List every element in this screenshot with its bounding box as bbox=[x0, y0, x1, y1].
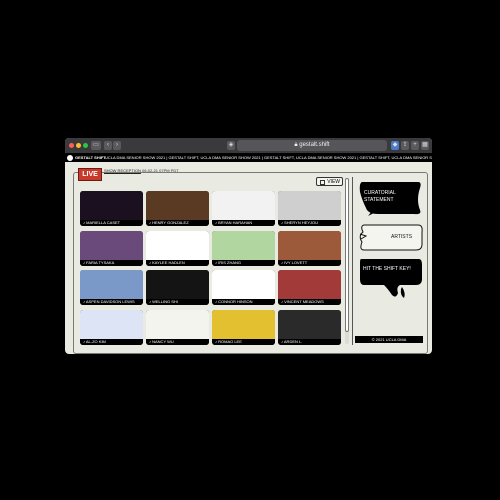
browser-toolbar: ▭ ‹ › ◈ 🔒︎ gestalt.shift ◆ ⇪ + ▦ bbox=[65, 138, 432, 153]
artist-name: ♪ WELLING SHI bbox=[146, 299, 209, 305]
ticker-text: UCLA DMA SENIOR SHOW 2021 | GESTALT SHIF… bbox=[105, 155, 432, 160]
shield-icon[interactable]: ◈ bbox=[227, 141, 235, 150]
scrollbar[interactable] bbox=[345, 178, 349, 344]
live-badge[interactable]: LIVE bbox=[78, 168, 102, 181]
artist-thumbnail bbox=[146, 231, 209, 260]
artist-card[interactable]: ♪ ROMAO LEE bbox=[212, 310, 275, 345]
view-toggle-button[interactable]: VIEW bbox=[316, 177, 343, 186]
artist-thumbnail bbox=[146, 270, 209, 299]
artist-thumbnail bbox=[146, 310, 209, 339]
site-logo[interactable]: GESTALT SHIFT bbox=[67, 153, 110, 162]
url-text: gestalt.shift bbox=[299, 142, 330, 148]
close-window-button[interactable] bbox=[69, 143, 74, 148]
curatorial-statement-link[interactable]: CURATORIAL STATEMENT bbox=[364, 190, 426, 204]
artist-name: ♪ BRYAN HARAHAN bbox=[212, 220, 275, 226]
artist-card[interactable]: ♪ HENRY GONZALEZ bbox=[146, 191, 209, 226]
shift-key-link[interactable]: HIT THE SHIFT KEY! bbox=[363, 266, 411, 273]
artist-name: ♪ KAYLEE HADLEN bbox=[146, 260, 209, 266]
artist-card[interactable]: ♪ VINCENT MEADOWS bbox=[278, 270, 341, 305]
address-bar[interactable]: 🔒︎ gestalt.shift bbox=[237, 140, 387, 151]
forward-icon[interactable]: › bbox=[113, 141, 121, 150]
artist-thumbnail bbox=[80, 310, 143, 339]
site-logo-text: GESTALT SHIFT bbox=[75, 155, 106, 160]
artist-name: ♪ ASPEN DAVIDSON LEWIS bbox=[80, 299, 143, 305]
artists-blob[interactable] bbox=[356, 222, 424, 252]
artist-card[interactable]: ♪ IVY LOVETT bbox=[278, 231, 341, 266]
artist-thumbnail bbox=[146, 191, 209, 220]
share-icon[interactable]: ⇪ bbox=[401, 141, 409, 150]
grid-icon bbox=[320, 180, 325, 185]
minimize-window-button[interactable] bbox=[76, 143, 81, 148]
artist-card[interactable]: ♪ SHERYN HEYJOU bbox=[278, 191, 341, 226]
artist-name: ♪ MARIELLA CASET bbox=[80, 220, 143, 226]
artist-name: ♪ FARIA TYSAKA bbox=[80, 260, 143, 266]
artist-card[interactable]: ♪ KAYLEE HADLEN bbox=[146, 231, 209, 266]
artist-thumbnail bbox=[80, 191, 143, 220]
artist-card[interactable]: ♪ MARIELLA CASET bbox=[80, 191, 143, 226]
sidebar-nav: CURATORIAL STATEMENT ARTISTS HIT THE SHI… bbox=[352, 177, 426, 345]
artist-name: ♪ CONNOR HINSON bbox=[212, 299, 275, 305]
artist-card[interactable]: ♪ FARIA TYSAKA bbox=[80, 231, 143, 266]
artist-thumbnail bbox=[278, 231, 341, 260]
artist-name: ♪ SHERYN HEYJOU bbox=[278, 220, 341, 226]
artist-name: ♪ IRIS ZHANG bbox=[212, 260, 275, 266]
artist-thumbnail bbox=[212, 310, 275, 339]
artist-name: ♪ VINCENT MEADOWS bbox=[278, 299, 341, 305]
artist-thumbnail bbox=[80, 231, 143, 260]
artist-thumbnail bbox=[212, 270, 275, 299]
artist-card[interactable]: ♪ NANCY WU bbox=[146, 310, 209, 345]
sidebar-icon[interactable]: ▭ bbox=[91, 141, 101, 150]
artist-name: ♪ HENRY GONZALEZ bbox=[146, 220, 209, 226]
artist-thumbnail bbox=[80, 270, 143, 299]
copyright-footer: © 2021 UCLA DMA bbox=[355, 336, 423, 343]
tabs-icon[interactable]: ▦ bbox=[421, 141, 429, 150]
artist-name: ♪ NANCY WU bbox=[146, 339, 209, 345]
artist-card[interactable]: ♪ ASPEN DAVIDSON LEWIS bbox=[80, 270, 143, 305]
artist-thumbnail bbox=[212, 191, 275, 220]
artist-card[interactable]: ♪ AL-ZO KIM bbox=[80, 310, 143, 345]
artist-name: ♪ ARDEN L. bbox=[278, 339, 341, 345]
artist-card[interactable]: ♪ IRIS ZHANG bbox=[212, 231, 275, 266]
artist-thumbnail bbox=[212, 231, 275, 260]
artist-thumbnail bbox=[278, 191, 341, 220]
artists-link[interactable]: ARTISTS bbox=[391, 234, 412, 241]
artist-name: ♪ ROMAO LEE bbox=[212, 339, 275, 345]
show-reception-link[interactable]: SHOW RECEPTION bbox=[104, 168, 141, 173]
artist-card[interactable]: ♪ ARDEN L. bbox=[278, 310, 341, 345]
extension-icon[interactable]: ◆ bbox=[391, 141, 399, 150]
artist-card[interactable]: ♪ CONNOR HINSON bbox=[212, 270, 275, 305]
artist-name: ♪ AL-ZO KIM bbox=[80, 339, 143, 345]
back-icon[interactable]: ‹ bbox=[104, 141, 112, 150]
zoom-window-button[interactable] bbox=[83, 143, 88, 148]
shift-blob[interactable] bbox=[358, 257, 423, 299]
artist-thumbnail bbox=[278, 310, 341, 339]
show-reception-info: SHOW RECEPTION 06-02-21 07PM PDT bbox=[104, 168, 179, 173]
logo-icon bbox=[67, 154, 73, 161]
new-tab-icon[interactable]: + bbox=[411, 141, 419, 150]
view-label: VIEW bbox=[327, 179, 340, 185]
artist-card[interactable]: ♪ WELLING SHI bbox=[146, 270, 209, 305]
lock-icon: 🔒︎ bbox=[294, 142, 298, 148]
artist-thumbnail bbox=[278, 270, 341, 299]
artist-name: ♪ IVY LOVETT bbox=[278, 260, 341, 266]
ticker-bar: GESTALT SHIFT UCLA DMA SENIOR SHOW 2021 … bbox=[65, 153, 432, 162]
show-reception-time: 06-02-21 07PM PDT bbox=[142, 168, 179, 173]
scrollbar-thumb[interactable] bbox=[345, 178, 349, 332]
artist-card[interactable]: ♪ BRYAN HARAHAN bbox=[212, 191, 275, 226]
